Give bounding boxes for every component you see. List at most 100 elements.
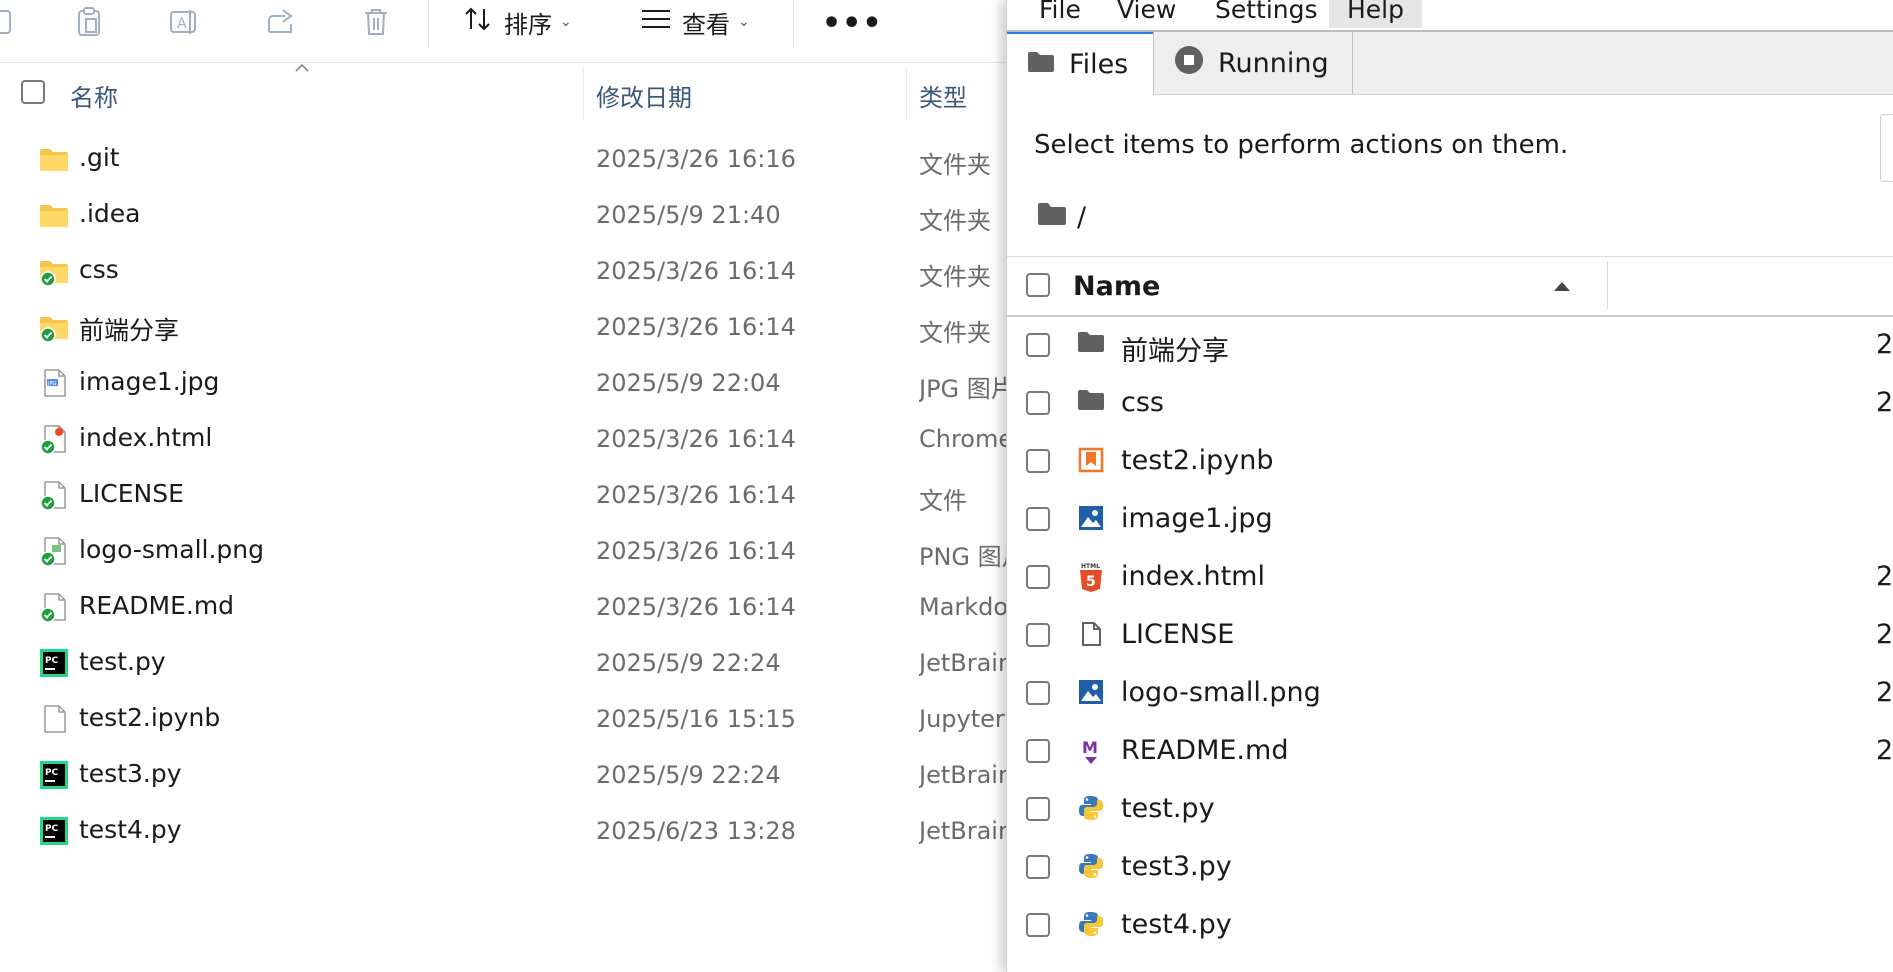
select-all-checkbox[interactable] [21, 80, 45, 104]
jupyter-file-row[interactable]: HTML 5 index.html 2 [1007, 548, 1893, 606]
file-row[interactable]: test2.ipynb 2025/5/16 15:15 Jupyter [0, 691, 1010, 747]
row-checkbox[interactable] [1026, 739, 1050, 763]
file-name: .idea [79, 199, 141, 228]
more-options-button[interactable]: ••• [822, 6, 883, 41]
file-name[interactable]: css [1121, 387, 1164, 418]
column-divider[interactable] [906, 68, 907, 120]
jupyter-file-row[interactable]: test2.ipynb [1007, 432, 1893, 490]
row-checkbox[interactable] [1026, 623, 1050, 647]
column-divider[interactable] [1607, 261, 1608, 309]
menu-help[interactable]: Help [1329, 0, 1422, 28]
svg-text:PC: PC [45, 824, 59, 834]
copy-icon[interactable] [0, 2, 22, 42]
jpg-file-icon: JPG [38, 367, 70, 399]
file-name: test3.py [79, 759, 182, 788]
tab-running[interactable]: Running [1154, 32, 1352, 94]
folder-icon [38, 199, 70, 231]
file-modified-date: 2025/5/9 21:40 [596, 201, 781, 229]
file-modified: 2 [1876, 619, 1893, 650]
row-checkbox[interactable] [1026, 565, 1050, 589]
file-row[interactable]: PC test.py 2025/5/9 22:24 JetBrains [0, 635, 1010, 691]
row-checkbox[interactable] [1026, 333, 1050, 357]
row-checkbox[interactable] [1026, 391, 1050, 415]
pycharm-icon: PC [38, 647, 70, 679]
paste-icon[interactable] [67, 2, 111, 42]
menu-file[interactable]: File [1021, 0, 1099, 28]
file-modified: 2 [1876, 677, 1893, 708]
sort-label: 排序 [504, 10, 552, 39]
delete-icon[interactable] [354, 2, 398, 42]
jupyter-file-row[interactable]: M README.md 2 [1007, 722, 1893, 780]
python-icon [1077, 794, 1107, 824]
column-header-type[interactable]: 类型 [919, 78, 967, 113]
file-row[interactable]: 前端分享 2025/3/26 16:14 文件夹 [0, 299, 1010, 355]
tab-files[interactable]: Files [1007, 32, 1153, 95]
file-type: 文件夹 [919, 151, 991, 179]
column-header-row: 名称 修改日期 类型 [0, 68, 1010, 120]
svg-text:PC: PC [45, 768, 59, 778]
row-checkbox[interactable] [1026, 913, 1050, 937]
tab-divider [1352, 32, 1353, 94]
file-name[interactable]: LICENSE [1121, 619, 1234, 650]
file-modified-date: 2025/3/26 16:16 [596, 145, 796, 173]
folder-icon [1027, 49, 1055, 80]
file-row[interactable]: index.html 2025/3/26 16:14 Chrome HTML Doc… [0, 411, 1010, 467]
toolbar-divider [793, 0, 794, 48]
file-row[interactable]: PC test3.py 2025/5/9 22:24 JetBrains [0, 747, 1010, 803]
file-modified-date: 2025/3/26 16:14 [596, 257, 796, 285]
column-header-name[interactable]: Name [1073, 271, 1160, 302]
file-type: 文件夹 [919, 207, 991, 235]
column-header-modified[interactable]: 修改日期 [596, 78, 692, 113]
file-row[interactable]: README.md 2025/3/26 16:14 Markdown [0, 579, 1010, 635]
python-icon [1077, 910, 1107, 940]
jupyter-file-row[interactable]: test.py [1007, 780, 1893, 838]
breadcrumb-root[interactable]: / [1077, 202, 1086, 233]
jupyter-file-row[interactable]: test4.py [1007, 896, 1893, 954]
sort-ascending-icon[interactable] [1553, 277, 1571, 296]
folder-icon[interactable] [1037, 202, 1067, 233]
file-name[interactable]: test3.py [1121, 851, 1232, 882]
file-name[interactable]: test2.ipynb [1121, 445, 1273, 476]
file-row[interactable]: .git 2025/3/26 16:16 文件夹 [0, 131, 1010, 187]
file-name[interactable]: 前端分享 [1121, 329, 1229, 368]
rename-icon[interactable]: A [162, 2, 206, 42]
row-checkbox[interactable] [1026, 681, 1050, 705]
jupyter-file-row[interactable]: LICENSE 2 [1007, 606, 1893, 664]
share-icon[interactable] [259, 2, 303, 42]
file-row[interactable]: LICENSE 2025/3/26 16:14 文件 [0, 467, 1010, 523]
file-name[interactable]: test4.py [1121, 909, 1232, 940]
jupyter-file-row[interactable]: 前端分享 2 [1007, 316, 1893, 374]
file-row[interactable]: PC test4.py 2025/6/23 13:28 JetBrains [0, 803, 1010, 859]
row-checkbox[interactable] [1026, 797, 1050, 821]
folder-synced-icon [38, 255, 70, 287]
file-row[interactable]: JPG image1.jpg 2025/5/9 22:04 JPG 图片 [0, 355, 1010, 411]
view-button[interactable]: 查看 ⌄ [640, 2, 750, 42]
row-checkbox[interactable] [1026, 449, 1050, 473]
filter-box-edge[interactable] [1880, 114, 1893, 182]
file-name[interactable]: logo-small.png [1121, 677, 1321, 708]
file-modified-date: 2025/5/16 15:15 [596, 705, 796, 733]
file-row[interactable]: logo-small.png 2025/3/26 16:14 PNG 图片 [0, 523, 1010, 579]
row-checkbox[interactable] [1026, 855, 1050, 879]
file-list-header: Name [1007, 256, 1893, 317]
svg-text:PC: PC [45, 656, 59, 666]
row-checkbox[interactable] [1026, 507, 1050, 531]
file-name[interactable]: image1.jpg [1121, 503, 1273, 534]
jupyter-file-row[interactable]: logo-small.png 2 [1007, 664, 1893, 722]
column-header-name[interactable]: 名称 [70, 78, 118, 113]
file-row[interactable]: .idea 2025/5/9 21:40 文件夹 [0, 187, 1010, 243]
jupyter-file-row[interactable]: test3.py [1007, 838, 1893, 896]
sort-button[interactable]: 排序 ⌄ [462, 2, 572, 42]
file-row[interactable]: css 2025/3/26 16:14 文件夹 [0, 243, 1010, 299]
jupyter-file-row[interactable]: css 2 [1007, 374, 1893, 432]
file-name[interactable]: index.html [1121, 561, 1265, 592]
file-name[interactable]: test.py [1121, 793, 1215, 824]
menu-view[interactable]: View [1099, 0, 1194, 28]
jupyter-file-row[interactable]: image1.jpg [1007, 490, 1893, 548]
file-name: index.html [79, 423, 213, 452]
column-divider[interactable] [583, 68, 584, 120]
file-type: JetBrains [919, 649, 1009, 677]
file-name[interactable]: README.md [1121, 735, 1288, 766]
select-all-checkbox[interactable] [1026, 273, 1050, 297]
menu-settings[interactable]: Settings [1197, 0, 1336, 28]
